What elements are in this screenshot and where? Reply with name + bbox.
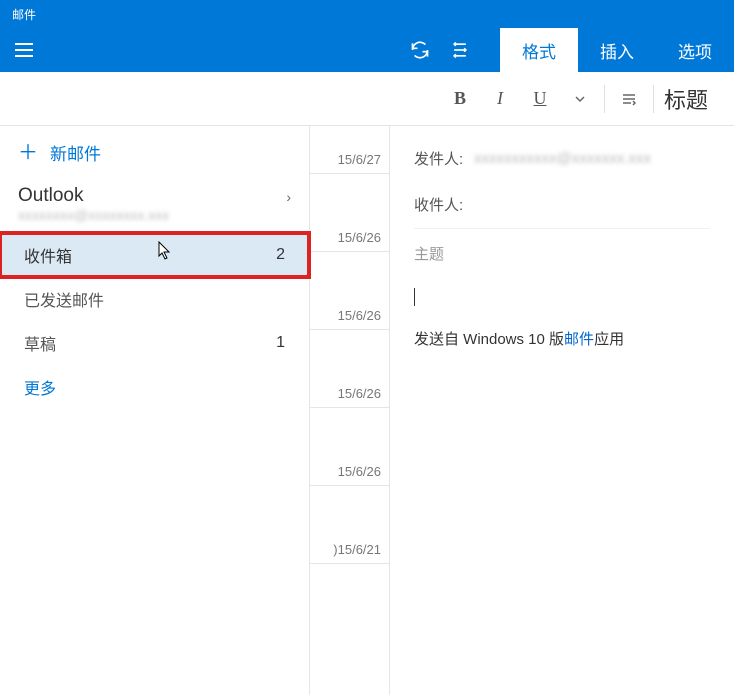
subject-placeholder: 主题 (414, 246, 444, 263)
bold-button[interactable]: B (440, 79, 480, 119)
font-dropdown[interactable] (560, 79, 600, 119)
text-caret (414, 288, 415, 306)
account-email: xxxxxxxx@xxxxxxxx.xxx (18, 207, 291, 223)
plus-icon: ＋ (18, 143, 38, 163)
folder-label: 已发送邮件 (24, 287, 104, 311)
compose-pane: 发件人: xxxxxxxxxxx@xxxxxxx.xxx 收件人: 主题 发送自… (390, 126, 734, 695)
message-date: 15/6/26 (338, 386, 381, 401)
from-label: 发件人: (414, 148, 474, 169)
message-item[interactable]: )15/6/21 (310, 486, 389, 564)
folder-label: 更多 (24, 375, 56, 399)
message-date: 15/6/27 (338, 152, 381, 167)
toolbar: 格式 插入 选项 (0, 28, 734, 72)
message-item[interactable]: 15/6/26 (310, 252, 389, 330)
message-list: 15/6/27 15/6/26 15/6/26 15/6/26 15/6/26 … (310, 126, 390, 695)
hamburger-menu-icon[interactable] (15, 43, 33, 57)
folder-drafts[interactable]: 草稿 1 (0, 321, 309, 365)
heading-style-button[interactable]: 标题 (664, 83, 708, 115)
message-item[interactable]: 15/6/26 (310, 330, 389, 408)
message-item[interactable]: 15/6/26 (310, 174, 389, 252)
new-mail-button[interactable]: ＋ 新邮件 (0, 126, 309, 179)
sidebar: ＋ 新邮件 Outlook xxxxxxxx@xxxxxxxx.xxx › 收件… (0, 126, 310, 695)
cursor-icon (158, 241, 172, 266)
folder-inbox[interactable]: 收件箱 2 (0, 233, 309, 277)
settings-icon[interactable] (440, 28, 480, 72)
account-name: Outlook (18, 185, 291, 207)
folder-count: 1 (276, 334, 285, 352)
message-date: 15/6/26 (338, 308, 381, 323)
message-item[interactable]: 15/6/26 (310, 408, 389, 486)
folder-label: 草稿 (24, 331, 56, 355)
subject-input[interactable]: 主题 (414, 228, 710, 278)
sync-icon[interactable] (400, 28, 440, 72)
tab-insert[interactable]: 插入 (578, 28, 656, 72)
folder-more[interactable]: 更多 (0, 365, 309, 409)
message-item[interactable]: 15/6/27 (310, 126, 389, 174)
folder-sent[interactable]: 已发送邮件 (0, 277, 309, 321)
from-row: 发件人: xxxxxxxxxxx@xxxxxxx.xxx (414, 136, 710, 182)
divider (653, 85, 654, 113)
to-label: 收件人: (414, 194, 474, 215)
signature: 发送自 Windows 10 版邮件应用 (414, 328, 710, 349)
account-row[interactable]: Outlook xxxxxxxx@xxxxxxxx.xxx › (0, 179, 309, 233)
signature-link[interactable]: 邮件 (564, 331, 594, 348)
from-value: xxxxxxxxxxx@xxxxxxx.xxx (474, 150, 651, 167)
chevron-right-icon: › (286, 189, 291, 205)
tab-format[interactable]: 格式 (500, 28, 578, 72)
paragraph-button[interactable] (609, 79, 649, 119)
message-date: 15/6/26 (338, 230, 381, 245)
message-date: 15/6/26 (338, 464, 381, 479)
italic-button[interactable]: I (480, 79, 520, 119)
to-row[interactable]: 收件人: (414, 182, 710, 228)
divider (604, 85, 605, 113)
tab-options[interactable]: 选项 (656, 28, 734, 72)
new-mail-label: 新邮件 (50, 140, 101, 165)
compose-tabs: 格式 插入 选项 (500, 28, 734, 72)
message-body[interactable]: 发送自 Windows 10 版邮件应用 (414, 278, 710, 349)
title-bar: 邮件 (0, 0, 734, 28)
folder-label: 收件箱 (24, 243, 72, 267)
underline-button[interactable]: U (520, 79, 560, 119)
message-date: )15/6/21 (333, 542, 381, 557)
app-title: 邮件 (12, 6, 36, 23)
format-toolbar: B I U 标题 (0, 72, 734, 126)
folder-count: 2 (276, 246, 285, 264)
